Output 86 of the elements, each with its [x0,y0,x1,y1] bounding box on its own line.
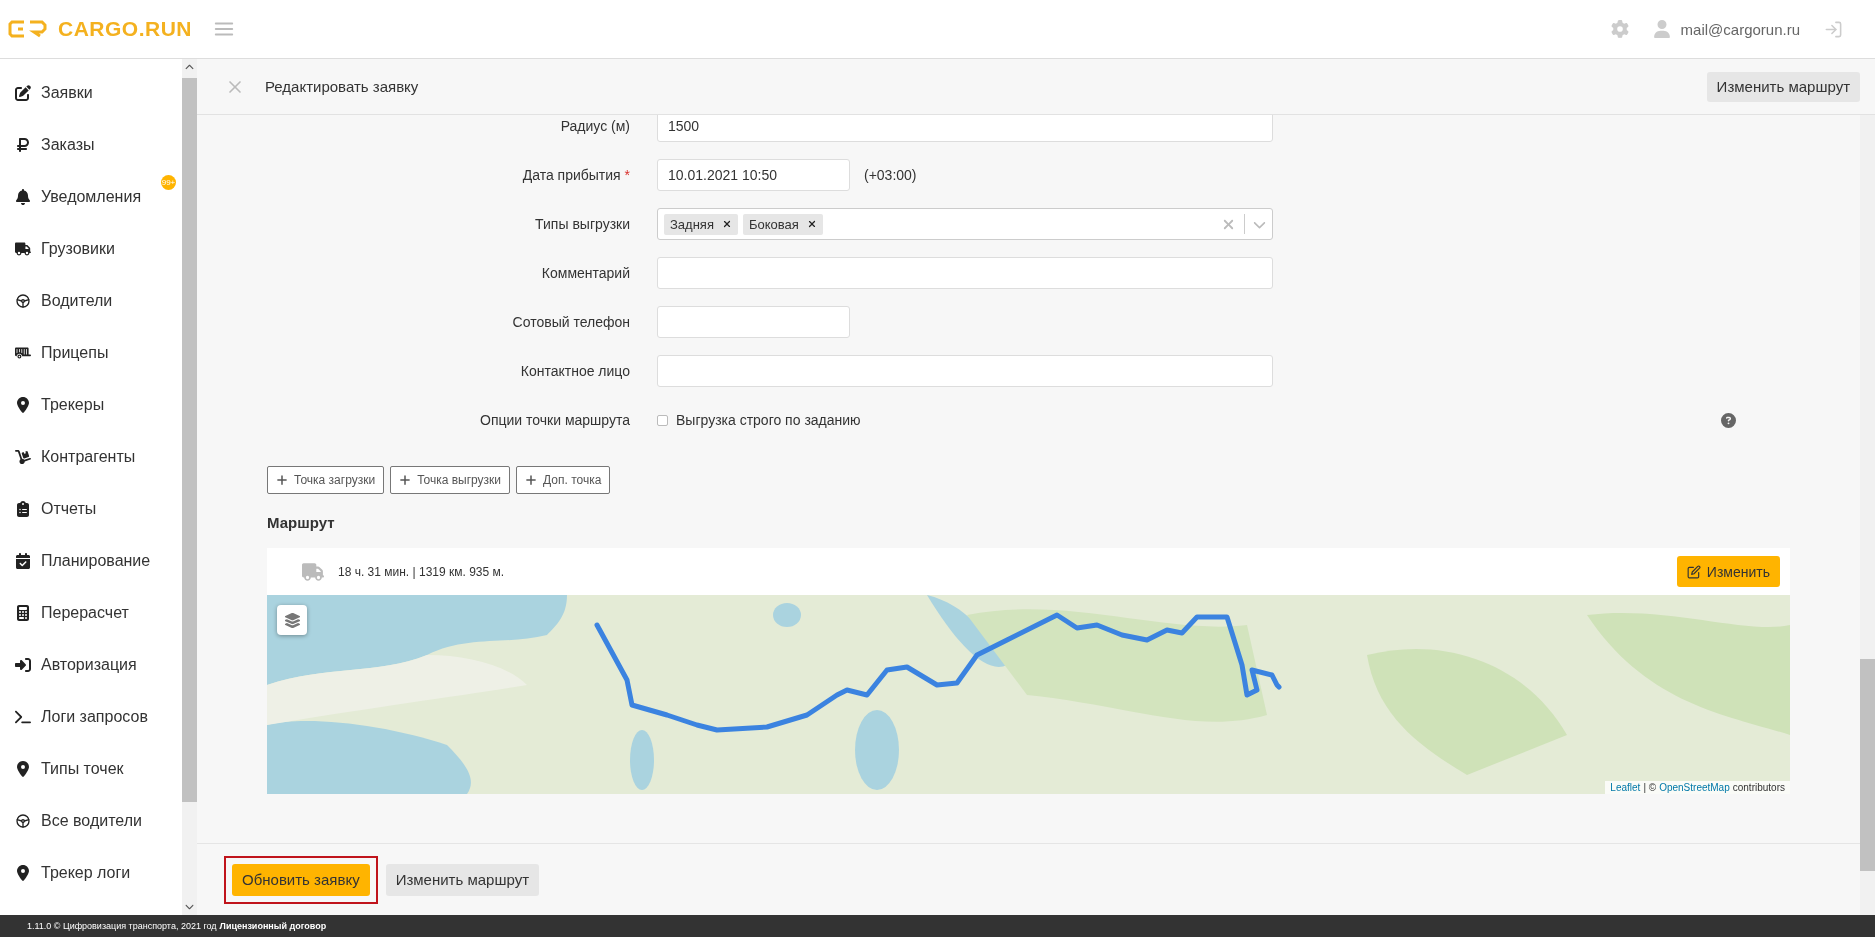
sidebar-item[interactable]: Контрагенты [0,431,182,483]
sidebar-item[interactable]: Трекеры [0,379,182,431]
multi-select-field[interactable]: Задняя Боковая [657,208,1273,240]
sidebar-item[interactable]: Перерасчет [0,587,182,639]
change-route-button[interactable]: Изменить маршрут [1706,71,1860,102]
logo-text: CARGO.RUN [58,17,192,41]
plus-icon [276,474,288,486]
clipboard-icon [14,501,32,517]
steering-wheel-icon [14,813,32,829]
add-point-button[interactable]: Точка выгрузки [390,466,511,494]
trailer-icon [14,345,32,361]
tag: Боковая [742,213,823,235]
ruble-icon [14,137,32,153]
logo-icon [8,19,48,39]
sidebar-item[interactable]: Планирование [0,535,182,587]
text-field[interactable]: 10.01.2021 10:50 [657,159,850,191]
attribution-text: contributors [1732,782,1785,793]
toolbar-title: Редактировать заявку [265,78,419,95]
scrollbar[interactable] [1860,115,1875,915]
copyright-text: 1.11.0 © Цифровизация транспорта, 2021 год [27,921,217,931]
text-field[interactable] [657,257,1273,289]
add-point-button[interactable]: Доп. точка [516,466,611,494]
attribution-text: | © [1643,782,1657,793]
scroll-up-icon[interactable] [185,63,194,72]
terminal-icon [14,709,32,725]
sidebar-item[interactable]: Прицепы [0,327,182,379]
sidebar-item[interactable]: Логи запросов [0,691,182,743]
steering-wheel-icon [14,293,32,309]
sidebar-item[interactable]: Трекер логи [0,847,182,899]
sidebar-item[interactable]: Все водители [0,795,182,847]
tag: Задняя [664,213,738,235]
edit-route-button[interactable]: Изменить [1676,556,1780,587]
truck-icon [14,241,32,257]
calendar-icon [14,553,32,569]
map-pin-icon [14,761,32,777]
scroll-down-icon[interactable] [185,902,194,911]
sidebar-item[interactable]: Заказы [0,119,182,171]
license-link[interactable]: Лицензионный договор [219,921,327,931]
text-field[interactable]: 1500 [657,115,1273,142]
notification-badge: 99+ [161,175,176,190]
settings-icon[interactable] [1610,20,1629,38]
scrollbar[interactable] [182,59,197,915]
sidebar-item[interactable]: Отчеты [0,483,182,535]
remove-icon[interactable] [721,219,732,229]
checkbox-label: Выгрузка строго по заданию [676,412,861,428]
edit-icon [1686,564,1701,579]
calculator-icon [14,605,32,621]
add-point-button[interactable]: Точка загрузки [267,466,385,494]
timezone-text: (+03:00) [864,167,917,183]
sign-in-icon [14,657,32,673]
user-icon [1652,20,1671,38]
field-label: Радиус (м) [559,118,630,134]
truck-icon [302,560,324,583]
map-pin-icon [14,865,32,881]
bell-icon [14,189,32,205]
attribution-link[interactable]: OpenStreetMap [1659,782,1730,793]
user-email[interactable]: mail@cargorun.ru [1680,20,1800,38]
change-route-button[interactable]: Изменить маршрут [385,863,540,896]
route-summary: 18 ч. 31 мин. | 1319 км. 935 м. [338,564,505,579]
attribution-link[interactable]: Leaflet [1610,782,1641,793]
sidebar-item[interactable]: Грузовики [0,223,182,275]
text-field[interactable] [657,355,1273,387]
edit-icon [14,85,32,101]
field-label: Дата прибытия * [521,167,630,183]
sidebar-item[interactable]: Водители [0,275,182,327]
dolly-icon [14,449,32,465]
help-icon[interactable] [1721,412,1736,428]
remove-icon[interactable] [806,219,817,229]
field-label: Сотовый телефон [511,314,630,330]
map-pin-icon [14,397,32,413]
sidebar-item[interactable]: Заявки [0,67,182,119]
checkbox[interactable] [657,414,668,426]
field-label: Типы выгрузки [534,216,630,232]
text-field[interactable] [657,306,850,338]
field-label: Контактное лицо [519,363,630,379]
sidebar-item[interactable]: Уведомления 99+ [0,171,182,223]
layers-icon[interactable] [277,605,307,635]
plus-icon [525,474,538,486]
sidebar-item[interactable]: Типы точек [0,743,182,795]
field-label: Комментарий [540,265,630,281]
field-label: Опции точки маршрута [479,412,630,428]
section-title: Маршрут [267,514,336,531]
logout-icon[interactable] [1824,19,1843,39]
plus-icon [399,474,412,486]
sidebar-item[interactable]: Авторизация [0,639,182,691]
update-button[interactable]: Обновить заявку [232,863,370,896]
